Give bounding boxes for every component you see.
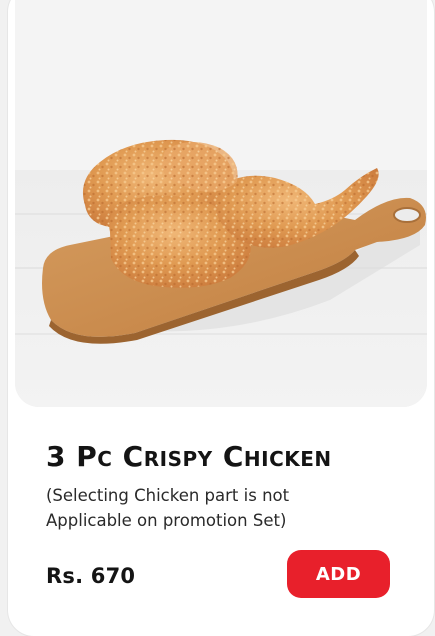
product-description: (Selecting Chicken part is not Applicabl… [46, 486, 290, 530]
add-button[interactable]: ADD [287, 550, 390, 598]
product-price: Rs. 670 [46, 564, 136, 588]
product-title: 3 Pc Crispy Chicken [46, 440, 332, 473]
product-card[interactable]: 3 Pc Crispy Chicken (Selecting Chicken p… [8, 0, 434, 636]
product-image [15, 0, 427, 407]
